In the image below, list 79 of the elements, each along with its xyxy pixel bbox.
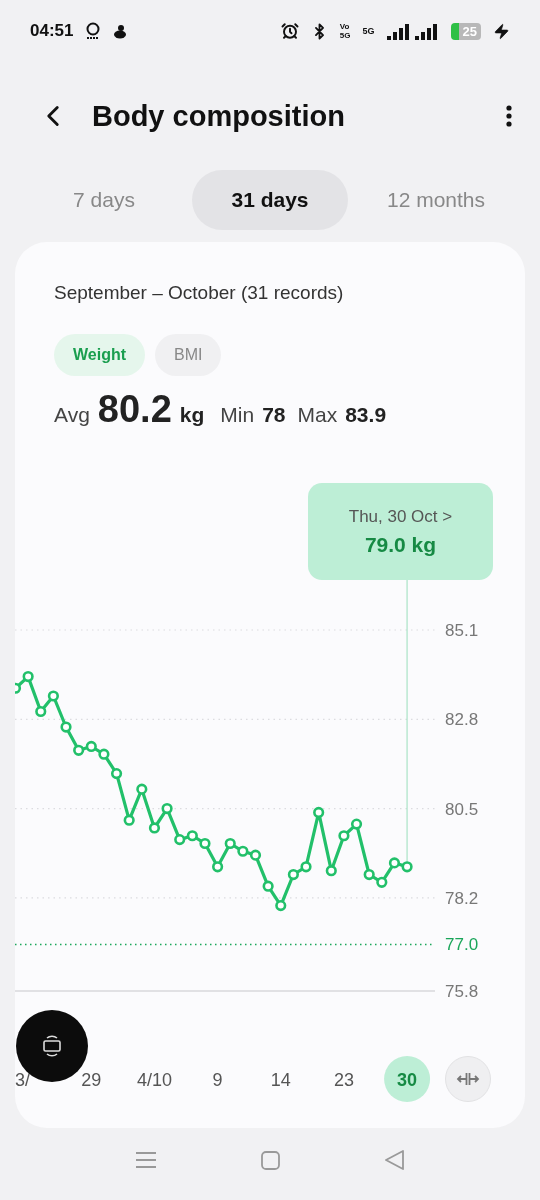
y-tick-label: 77.0 [445, 935, 479, 955]
data-point [287, 868, 299, 881]
volte-label: Vo [339, 22, 351, 31]
period-tab[interactable]: 31 days [192, 170, 348, 230]
data-point [186, 830, 198, 842]
data-point [224, 837, 236, 850]
status-time: 04:51 [30, 21, 74, 41]
data-point [325, 865, 337, 877]
x-tick-label: 29 [81, 1070, 102, 1090]
x-tick-label: 3/ [15, 1070, 30, 1090]
expand-button[interactable] [445, 1056, 491, 1102]
max-label: Max [297, 403, 338, 427]
x-tick-label: 9 [212, 1070, 223, 1090]
data-point [338, 830, 350, 842]
data-point [275, 900, 287, 912]
x-tick-label: 14 [270, 1070, 291, 1090]
data-point [199, 837, 211, 850]
bird-icon [113, 23, 128, 39]
tooltip-value: 79.0 kg [364, 532, 437, 557]
network-type: 5G [362, 26, 375, 36]
data-point [161, 802, 173, 815]
volte-network-label: 5G [339, 31, 351, 40]
data-point [313, 806, 325, 819]
data-point [262, 880, 274, 892]
y-tick-label: 78.2 [445, 888, 479, 908]
data-point [388, 857, 401, 869]
data-point [174, 834, 186, 846]
data-point [136, 783, 148, 795]
period-summary: September – October (31 records) [53, 281, 345, 304]
metric-chip[interactable]: Weight [54, 334, 146, 376]
min-label: Min [220, 403, 255, 427]
y-tick-label: 80.5 [445, 799, 479, 819]
data-point [401, 861, 413, 873]
more-menu-button[interactable] [506, 105, 512, 127]
charging-icon [493, 22, 510, 40]
data-point [212, 861, 224, 873]
signal-icon [386, 22, 439, 40]
y-tick-label: 82.8 [445, 710, 479, 730]
unit-label: kg [179, 403, 205, 427]
notification-icon [85, 22, 102, 40]
battery-level: 25 [450, 22, 481, 40]
x-tick-label: 23 [333, 1070, 354, 1090]
rotate-icon [42, 1034, 62, 1058]
period-tab[interactable]: 7 days [26, 170, 182, 230]
data-point [300, 861, 312, 873]
y-tick-label: 85.1 [445, 621, 479, 640]
data-point [237, 845, 249, 857]
back-icon[interactable] [385, 1150, 404, 1170]
data-point [363, 868, 375, 881]
tooltip-date: Thu, 30 Oct > [348, 506, 453, 527]
data-point [35, 705, 47, 718]
data-point [73, 744, 85, 756]
x-tick-label: 4/10 [136, 1070, 172, 1090]
x-tick-label: 30 [397, 1070, 418, 1090]
selected-tick-highlight [384, 1056, 431, 1102]
data-point [249, 849, 262, 861]
min-value: 78 [262, 403, 286, 427]
metric-chip[interactable]: BMI [155, 334, 222, 376]
data-point [47, 690, 59, 702]
data-point [60, 721, 72, 733]
period-tab[interactable]: 12 months [358, 170, 514, 230]
data-point [350, 818, 363, 830]
data-point [98, 748, 110, 760]
home-icon[interactable] [261, 1150, 280, 1170]
data-point [148, 822, 161, 834]
y-tick-label: 75.8 [445, 982, 479, 1001]
alarm-icon [280, 22, 299, 40]
more-icon [506, 105, 512, 127]
data-point [123, 814, 135, 826]
data-point [85, 740, 97, 753]
menu-icon[interactable] [136, 1151, 156, 1169]
avg-label: Avg [54, 403, 90, 427]
avg-value: 80.2 [97, 388, 172, 431]
expand-icon [456, 1071, 480, 1087]
data-point [110, 768, 123, 780]
data-point [376, 876, 388, 888]
page-title: Body composition [92, 99, 346, 133]
tooltip[interactable]: Thu, 30 Oct > 79.0 kg [308, 483, 493, 580]
max-value: 83.9 [345, 403, 387, 427]
